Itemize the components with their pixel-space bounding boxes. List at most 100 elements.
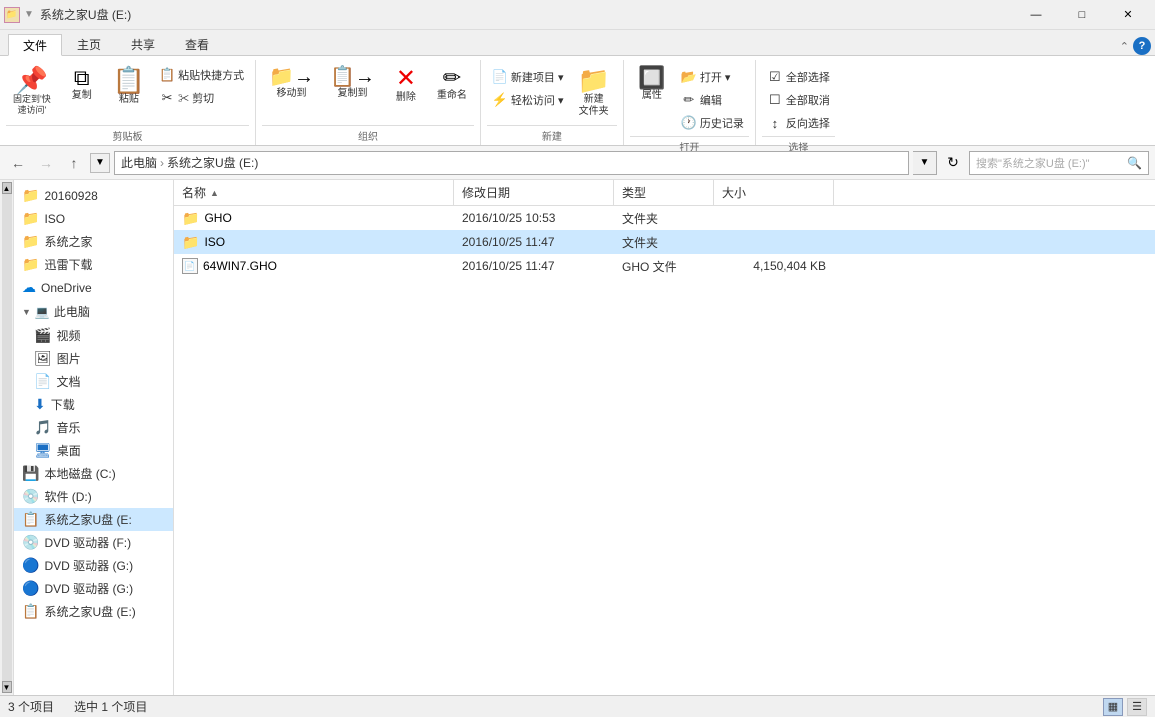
col-header-size[interactable]: 大小 (714, 180, 834, 205)
dvd-g2-icon: 🔵 (22, 580, 39, 597)
sidebar-item-soft-d[interactable]: 💿 软件 (D:) (14, 485, 173, 508)
scroll-thumb (2, 194, 12, 681)
rename-button[interactable]: ✏ 重命名 (430, 62, 474, 107)
sidebar-label-docs: 文档 (56, 373, 80, 390)
select-all-button[interactable]: ☑ 全部选择 (762, 66, 835, 88)
sidebar-item-20160928[interactable]: 📁 20160928 (14, 184, 173, 207)
copy-to-icon: 📋→ (330, 67, 375, 87)
sidebar-item-docs[interactable]: 📄 文档 (14, 370, 173, 393)
sidebar-item-downloads[interactable]: ⬇ 下载 (14, 393, 173, 416)
history-button[interactable]: 🕐 历史记录 (676, 112, 749, 134)
col-type-label: 类型 (622, 184, 646, 201)
folder-icon-xunlei: 📁 (22, 256, 39, 273)
properties-label: 属性 (642, 90, 662, 102)
sidebar-item-onedrive[interactable]: ☁ OneDrive (14, 276, 173, 299)
refresh-button[interactable]: ↻ (941, 151, 965, 175)
easy-access-label: 轻松访问 ▾ (511, 92, 564, 108)
sidebar-label-onedrive: OneDrive (41, 281, 92, 295)
delete-button[interactable]: ✕ 删除 (384, 62, 428, 109)
col-header-name[interactable]: 名称 ▲ (174, 180, 454, 205)
open-content: 🔲 属性 📂 打开 ▾ ✏ 编辑 🕐 历史记录 (630, 62, 749, 134)
sidebar-item-desktop[interactable]: 🖥 桌面 (14, 439, 173, 462)
up-button[interactable]: ↑ (62, 151, 86, 175)
soft-d-icon: 💿 (22, 488, 39, 505)
minimize-button[interactable]: — (1013, 0, 1059, 30)
tab-share[interactable]: 共享 (116, 33, 170, 55)
tab-home[interactable]: 主页 (62, 33, 116, 55)
close-button[interactable]: ✕ (1105, 0, 1151, 30)
file-row-64win7[interactable]: 📄 64WIN7.GHO 2016/10/25 11:47 GHO 文件 4,1… (174, 254, 1155, 278)
sidebar-item-dvd-g1[interactable]: 🔵 DVD 驱动器 (G:) (14, 554, 173, 577)
tab-view[interactable]: 查看 (170, 33, 224, 55)
col-header-date[interactable]: 修改日期 (454, 180, 614, 205)
forward-button[interactable]: → (34, 151, 58, 175)
move-to-label: 移动到 (277, 88, 307, 100)
col-header-type[interactable]: 类型 (614, 180, 714, 205)
app-icon: 📁 (4, 7, 20, 23)
edit-button[interactable]: ✏ 编辑 (676, 89, 749, 111)
sidebar-label-usb-e2: 系统之家U盘 (E:) (44, 603, 135, 620)
sidebar-item-xunlei[interactable]: 📁 迅雷下载 (14, 253, 173, 276)
maximize-button[interactable]: □ (1059, 0, 1105, 30)
cut-button[interactable]: ✂ ✂ 剪切 (154, 87, 249, 109)
address-bar[interactable]: 此电脑 › 系统之家U盘 (E:) (114, 151, 909, 175)
sidebar-item-local-c[interactable]: 💾 本地磁盘 (C:) (14, 462, 173, 485)
local-c-icon: 💾 (22, 465, 39, 482)
sidebar-item-usb-e2[interactable]: 📋 系统之家U盘 (E:) (14, 600, 173, 623)
invert-select-label: 反向选择 (786, 115, 830, 131)
address-dropdown-button[interactable]: ▼ (913, 151, 937, 175)
open-small-btns: 📂 打开 ▾ ✏ 编辑 🕐 历史记录 (676, 62, 749, 134)
sidebar-item-music[interactable]: 🎵 音乐 (14, 416, 173, 439)
downloads-icon: ⬇ (34, 396, 46, 413)
sidebar-item-video[interactable]: 🎬 视频 (14, 324, 173, 347)
sidebar-label-xunlei: 迅雷下载 (44, 256, 92, 273)
file-cell-date-64win7: 2016/10/25 11:47 (454, 259, 614, 273)
scroll-up-button[interactable]: ▲ (2, 182, 12, 194)
col-name-label: 名称 (182, 184, 206, 201)
paste-shortcut-button[interactable]: 📋 粘贴快捷方式 (154, 64, 249, 86)
paste-button[interactable]: 📋 粘贴 (106, 62, 152, 111)
file-row-iso[interactable]: 📁 ISO 2016/10/25 11:47 文件夹 (174, 230, 1155, 254)
breadcrumb-sep-1: › (160, 156, 164, 170)
search-bar[interactable]: 搜索"系统之家U盘 (E:)" 🔍 (969, 151, 1149, 175)
sidebar-item-iso[interactable]: 📁 ISO (14, 207, 173, 230)
copy-to-button[interactable]: 📋→ 复制到 (323, 62, 382, 105)
open-button[interactable]: 📂 打开 ▾ (676, 66, 749, 88)
sidebar-item-pictures[interactable]: 🖼 图片 (14, 347, 173, 370)
move-to-icon: 📁→ (269, 67, 314, 87)
ribbon-collapse-icon[interactable]: ⌃ (1120, 40, 1129, 53)
new-folder-button[interactable]: 📁 新建文件夹 (570, 62, 616, 123)
sidebar-item-usb-e[interactable]: 📋 系统之家U盘 (E: (14, 508, 173, 531)
help-icon[interactable]: ? (1133, 37, 1151, 55)
onedrive-icon: ☁ (22, 279, 36, 296)
new-item-button[interactable]: 📄 新建项目 ▾ (487, 66, 569, 88)
file-cell-type-iso: 文件夹 (614, 234, 714, 251)
move-to-button[interactable]: 📁→ 移动到 (262, 62, 321, 105)
copy-button[interactable]: ⧉ 复制 (60, 62, 104, 107)
file-row-gho[interactable]: 📁 GHO 2016/10/25 10:53 文件夹 (174, 206, 1155, 230)
invert-select-icon: ↕ (767, 115, 783, 131)
col-size-label: 大小 (722, 184, 746, 201)
easy-access-button[interactable]: ⚡ 轻松访问 ▾ (487, 89, 569, 111)
sidebar-item-this-pc[interactable]: ▼ 💻 此电脑 (14, 299, 173, 324)
file-cell-date-gho: 2016/10/25 10:53 (454, 211, 614, 225)
recent-locations-button[interactable]: ▼ (90, 153, 110, 173)
select-none-button[interactable]: ☐ 全部取消 (762, 89, 835, 111)
sidebar-label-usb-e: 系统之家U盘 (E: (44, 511, 131, 528)
sidebar-item-xitong[interactable]: 📁 系统之家 (14, 230, 173, 253)
list-view-button[interactable]: ☰ (1127, 698, 1147, 716)
scroll-down-button[interactable]: ▼ (2, 681, 12, 693)
selected-count: 选中 1 个项目 (74, 698, 147, 715)
back-button[interactable]: ← (6, 151, 30, 175)
invert-select-button[interactable]: ↕ 反向选择 (762, 112, 835, 134)
delete-icon: ✕ (396, 67, 416, 91)
new-folder-icon: 📁 (577, 67, 609, 93)
tab-file[interactable]: 文件 (8, 34, 62, 56)
sidebar-item-dvd-g2[interactable]: 🔵 DVD 驱动器 (G:) (14, 577, 173, 600)
sidebar: 📁 20160928 📁 ISO 📁 系统之家 📁 迅雷下载 ☁ OneDriv… (14, 180, 174, 695)
sidebar-item-dvd-f[interactable]: 💿 DVD 驱动器 (F:) (14, 531, 173, 554)
easy-access-icon: ⚡ (492, 92, 508, 108)
pin-button[interactable]: 📌 固定到'快速访问' (6, 62, 58, 121)
properties-button[interactable]: 🔲 属性 (630, 62, 674, 107)
grid-view-button[interactable]: ▦ (1103, 698, 1123, 716)
